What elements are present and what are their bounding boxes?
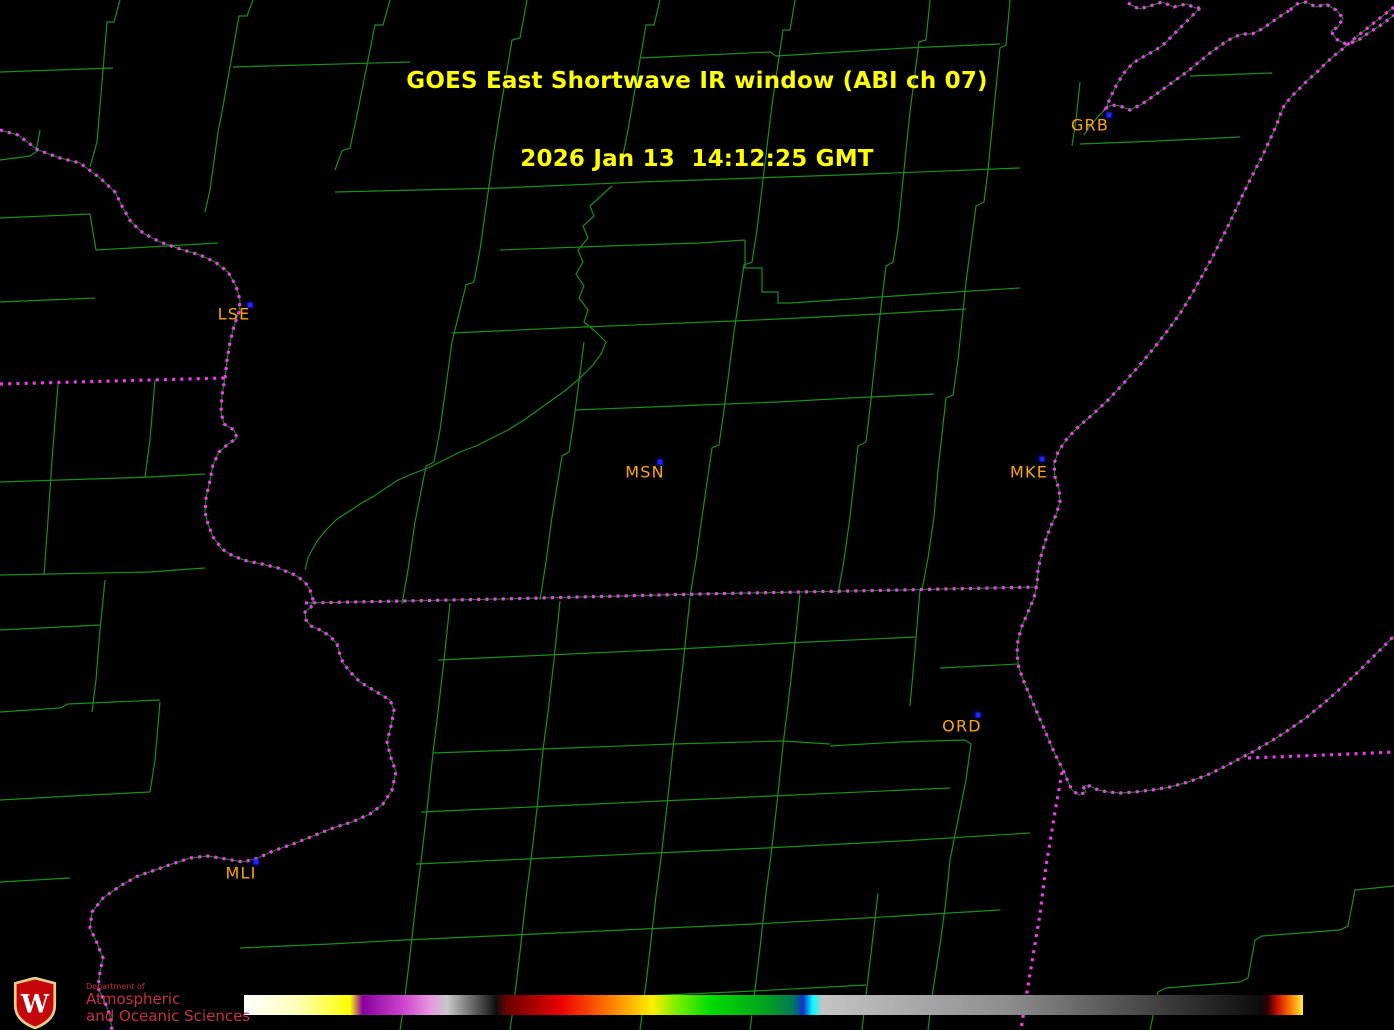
county-line [543, 601, 560, 750]
aoss-logo: W Department of Atmospheric and Oceanic … [8, 977, 250, 1029]
mississippi-mn-wi-ia-il [0, 130, 396, 1030]
logo-name-line2: and Oceanic Sciences [86, 1008, 250, 1025]
station-dot-mke [1040, 457, 1045, 462]
county-line [934, 282, 966, 517]
county-line [433, 741, 830, 753]
county-line [240, 910, 1000, 948]
county-line [575, 394, 934, 410]
county-line [0, 700, 160, 712]
station-label-mli: MLI [225, 864, 256, 883]
wi-il-border-shoreline [305, 587, 1037, 603]
county-line [838, 517, 850, 594]
in-mi-border [1248, 752, 1394, 758]
station-label-mke: MKE [1010, 463, 1048, 482]
logo-name-line1: Atmospheric [86, 991, 250, 1008]
county-line [92, 580, 105, 712]
county-line [433, 603, 450, 753]
county-line [745, 240, 790, 303]
county-line [0, 625, 100, 630]
county-line [540, 517, 552, 600]
crest-letter: W [20, 989, 50, 1018]
county-line [0, 298, 95, 302]
county-line [500, 240, 745, 250]
county-line [415, 342, 452, 522]
county-line [416, 753, 433, 902]
station-label-grb: GRB [1071, 116, 1109, 135]
image-title: GOES East Shortwave IR window (ABI ch 07… [0, 16, 1394, 224]
county-line [0, 474, 205, 482]
county-line [922, 517, 934, 590]
county-line [940, 664, 1018, 668]
county-line [850, 332, 878, 517]
county-line [145, 380, 155, 477]
station-label-lse: LSE [218, 305, 251, 324]
county-line [526, 750, 543, 898]
county-line [790, 288, 1020, 303]
station-label-msn: MSN [625, 463, 665, 482]
county-line [305, 186, 612, 570]
station-label-ord: ORD [942, 717, 982, 736]
county-line [766, 745, 783, 893]
county-line [421, 788, 950, 812]
county-line [438, 637, 915, 660]
mississippi-mn-wi-ia-il-shoreline [0, 130, 396, 1030]
county-line [910, 590, 920, 706]
county-line [702, 332, 734, 517]
county-line [452, 309, 966, 333]
title-line-product: GOES East Shortwave IR window (ABI ch 07… [0, 68, 1394, 94]
uw-crest-icon: W [8, 977, 62, 1029]
county-line [150, 702, 160, 792]
county-line [673, 598, 690, 748]
county-line [783, 594, 800, 745]
county-line [44, 384, 58, 575]
county-line [656, 748, 673, 896]
title-line-datetime: 2026 Jan 13 14:12:25 GMT [0, 146, 1394, 172]
il-in-border [1021, 772, 1062, 1030]
county-line [0, 792, 150, 800]
county-line [402, 522, 415, 604]
satellite-image-viewer: GOES East Shortwave IR window (ABI ch 07… [0, 0, 1394, 1030]
mn-ia-border [0, 378, 225, 384]
aoss-logo-text: Department of Atmospheric and Oceanic Sc… [86, 982, 250, 1025]
county-line [416, 833, 1030, 864]
county-line [0, 878, 70, 882]
county-line [0, 568, 205, 575]
county-line [830, 740, 971, 1030]
colorbar [244, 995, 1303, 1015]
county-line [690, 517, 702, 597]
door-islands-north-shoreline [1128, 2, 1200, 9]
county-line [552, 342, 584, 517]
